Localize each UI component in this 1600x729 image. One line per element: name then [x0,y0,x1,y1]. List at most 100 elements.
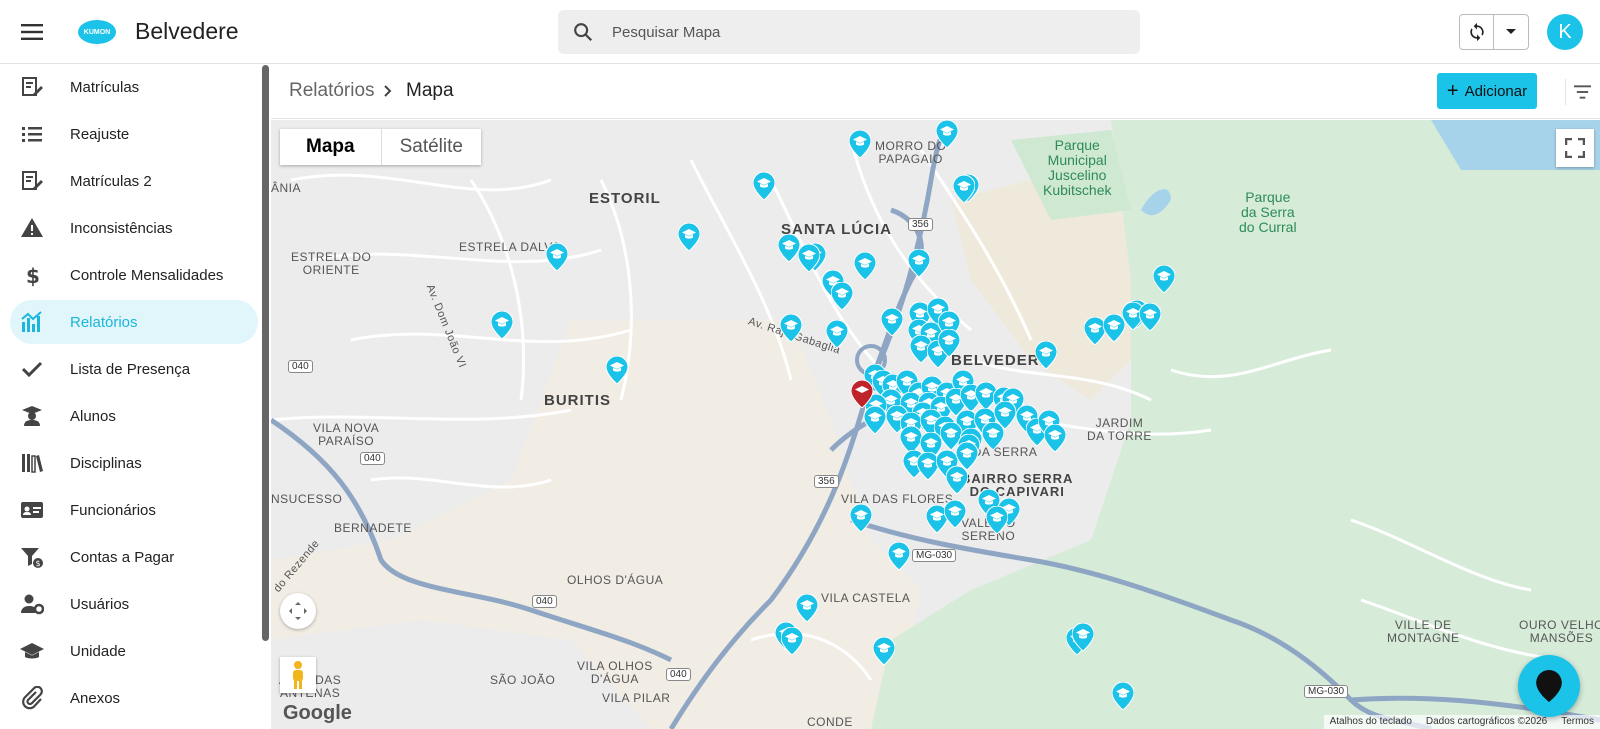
app-title: Belvedere [135,18,239,44]
school-marker-icon[interactable] [1071,622,1095,652]
school-marker-icon[interactable] [1102,313,1126,343]
edit-document-icon [20,169,44,193]
top-app-bar: KUMON Belvedere K [0,0,1600,64]
map-label: VILA PILAR [602,691,671,705]
sidebar-item-label: Alunos [70,407,116,425]
sidebar-item-label: Unidade [70,642,126,660]
school-marker-icon[interactable] [777,233,801,263]
sidebar-item-disciplinas[interactable]: Disciplinas [10,441,258,485]
map-label: CONDE [807,715,853,729]
school-marker-icon[interactable] [943,499,967,529]
hamburger-menu-icon[interactable] [14,14,50,50]
map-type-satellite-button[interactable]: Satélite [382,129,481,165]
school-marker-icon[interactable] [797,243,821,273]
paperclip-icon [20,686,44,710]
school-marker-icon[interactable] [849,503,873,533]
road-shield: 040 [360,452,385,465]
sidebar-item-reajuste[interactable]: Reajuste [10,112,258,156]
sidebar-item-usuarios[interactable]: Usuários [10,582,258,626]
sidebar-scrollbar[interactable] [262,65,269,641]
sidebar-item-contas-pagar[interactable]: $ Contas a Pagar [10,535,258,579]
chevron-right-icon [382,81,394,106]
sidebar-item-inconsistencias[interactable]: Inconsistências [10,206,258,250]
sidebar-item-funcionarios[interactable]: Funcionários [10,488,258,532]
school-marker-icon[interactable] [952,174,976,204]
school-marker-icon[interactable] [935,120,959,149]
school-marker-icon[interactable] [830,281,854,311]
school-marker-icon[interactable] [887,541,911,571]
school-marker-icon[interactable] [780,626,804,656]
school-marker-icon[interactable] [1138,302,1162,332]
sidebar-item-matriculas-2[interactable]: Matrículas 2 [10,159,258,203]
school-marker-icon[interactable] [981,421,1005,451]
sidebar-item-label: Reajuste [70,125,130,143]
sidebar-item-label: Matrículas 2 [70,172,152,190]
breadcrumb-parent[interactable]: Relatórios [289,80,375,102]
school-marker-icon[interactable] [1111,681,1135,711]
books-icon [20,451,44,475]
map-label: VILA NOVA PARAÍSO [313,421,380,448]
pegman-icon[interactable] [280,657,316,693]
park-label: Parque Municipal Juscelino Kubitschek [1043,137,1112,198]
user-avatar[interactable]: K [1547,14,1583,50]
school-marker-icon[interactable] [985,505,1009,535]
school-marker-icon[interactable] [752,171,776,201]
school-marker-icon[interactable] [825,319,849,349]
sidebar-item-controle-mensalidades[interactable]: $ Controle Mensalidades [10,253,258,297]
search-icon [572,21,594,48]
warning-icon [20,216,44,240]
school-marker-icon[interactable] [605,355,629,385]
map-label: OURO VELHO MANSÕES [1519,618,1600,645]
school-marker-icon[interactable] [853,251,877,281]
fullscreen-icon[interactable] [1556,129,1594,167]
school-marker-icon[interactable] [1152,264,1176,294]
user-gear-icon [20,592,44,616]
map-label: SÃO JOÃO [490,673,556,687]
map-label: ESTRELA DO ORIENTE [291,250,372,277]
sidebar-item-alunos[interactable]: Alunos [10,394,258,438]
school-marker-icon[interactable] [1034,340,1058,370]
breadcrumb: Relatórios Mapa + Adicionar [271,65,1600,119]
current-unit-marker-icon[interactable] [850,379,874,409]
search-input[interactable] [612,10,1112,54]
map-label: OLHOS D'ÁGUA [567,573,664,587]
sidebar-item-label: Controle Mensalidades [70,266,224,284]
sidebar-item-relatorios[interactable]: Relatórios [10,300,258,344]
road-shield: 356 [814,475,839,488]
chevron-down-icon[interactable] [1494,15,1528,49]
school-marker-icon[interactable] [1043,423,1067,453]
filter-icon[interactable] [1565,79,1591,105]
breadcrumb-current: Mapa [406,80,454,101]
edit-document-icon [20,75,44,99]
terms-link[interactable]: Termos [1561,716,1594,728]
school-marker-icon[interactable] [848,129,872,159]
sidebar-item-matriculas[interactable]: Matrículas [10,65,258,109]
school-marker-icon[interactable] [907,248,931,278]
school-marker-icon[interactable] [863,405,887,435]
school-marker-icon[interactable] [945,465,969,495]
map-search-bar [558,10,1140,54]
sidebar-item-label: Disciplinas [70,454,142,472]
school-marker-icon[interactable] [490,310,514,340]
road-shield: MG-030 [1304,685,1349,698]
school-marker-icon[interactable] [545,242,569,272]
school-marker-icon[interactable] [937,328,961,358]
map-label: VILA CASTELA [821,591,911,605]
svg-text:$: $ [26,264,40,287]
sidebar-item-anexos[interactable]: Anexos [10,676,258,720]
camera-control-icon[interactable] [280,593,316,629]
map-view[interactable]: ESTORIL SANTA LÚCIA MORRO DO PAPAGAIO ES… [271,120,1600,729]
road-shield: MG-030 [912,549,957,562]
sidebar-item-lista-presenca[interactable]: Lista de Presença [10,347,258,391]
sync-icon[interactable] [1460,15,1495,49]
school-marker-icon[interactable] [880,307,904,337]
school-marker-icon[interactable] [872,636,896,666]
sidebar-item-unidade[interactable]: Unidade [10,629,258,673]
school-marker-icon[interactable] [795,593,819,623]
school-marker-icon[interactable] [779,313,803,343]
keyboard-shortcuts-link[interactable]: Atalhos do teclado [1330,716,1412,728]
school-marker-icon[interactable] [677,222,701,252]
location-pin-fab[interactable] [1518,655,1580,717]
map-type-map-button[interactable]: Mapa [280,129,382,165]
add-button[interactable]: + Adicionar [1437,73,1537,109]
